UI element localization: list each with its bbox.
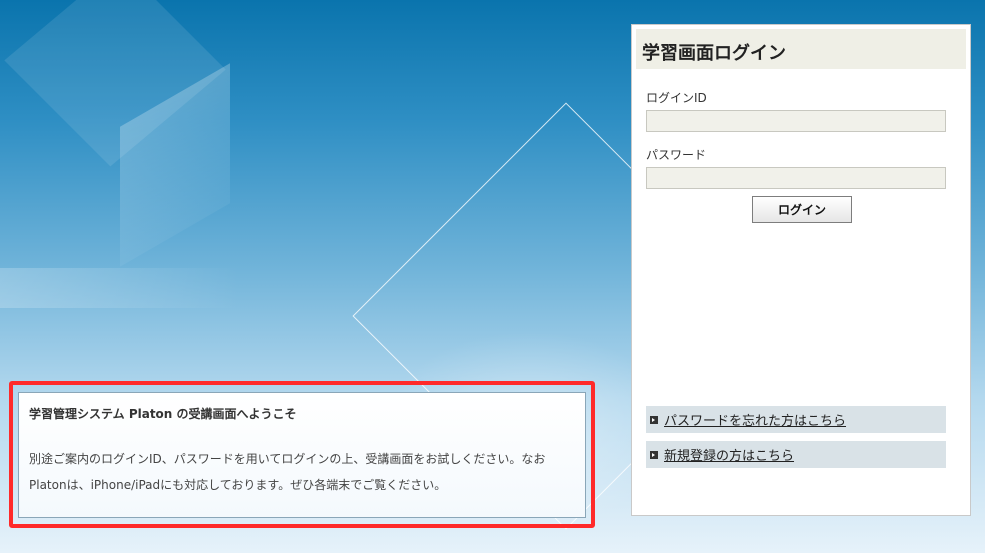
login-id-label: ログインID xyxy=(646,91,707,105)
register-link[interactable]: 新規登録の方はこちら xyxy=(664,445,794,464)
register-row: 新規登録の方はこちら xyxy=(646,441,946,468)
login-id-input[interactable] xyxy=(646,110,946,132)
login-title: 学習画面ログイン xyxy=(642,43,786,64)
arrow-bullet-icon xyxy=(650,450,658,459)
background-stage: 学習管理システム Platon の受講画面へようこそ 別途ご案内のログインID、… xyxy=(0,0,985,553)
password-input[interactable] xyxy=(646,167,946,189)
highlight-frame xyxy=(9,381,595,528)
login-panel: 学習画面ログイン ログインID パスワード ログイン パスワードを忘れた方はこち… xyxy=(631,24,971,516)
arrow-bullet-icon xyxy=(650,415,658,424)
decorative-shape xyxy=(0,268,240,308)
password-label: パスワード xyxy=(646,148,707,162)
forgot-password-link[interactable]: パスワードを忘れた方はこちら xyxy=(664,410,846,429)
forgot-password-row: パスワードを忘れた方はこちら xyxy=(646,406,946,433)
login-header: 学習画面ログイン xyxy=(636,29,966,69)
login-button[interactable]: ログイン xyxy=(752,196,852,223)
